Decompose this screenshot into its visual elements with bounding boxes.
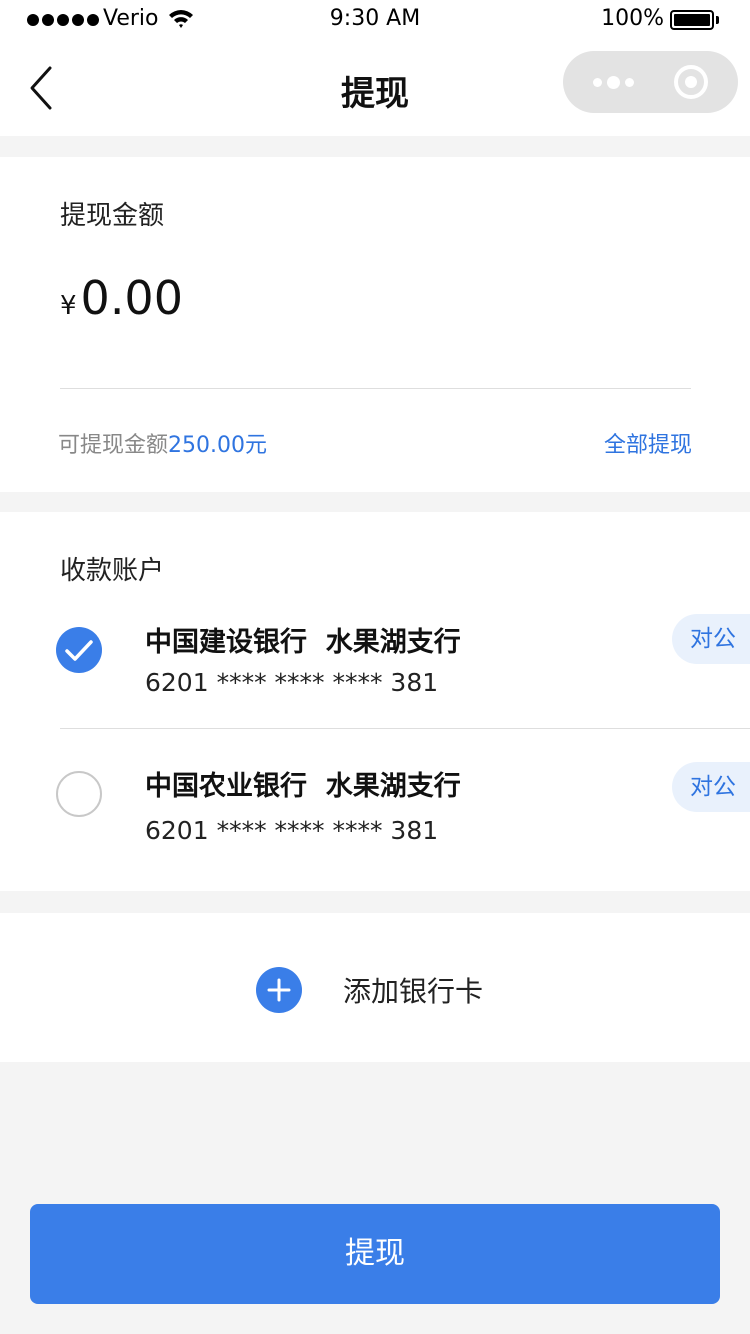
receiving-accounts-card: 收款账户 中国建设银行 水果湖支行 6201 **** **** **** 38… <box>0 512 750 891</box>
withdraw-all-link[interactable]: 全部提现 <box>604 427 692 459</box>
bank-name: 中国农业银行 水果湖支行 <box>145 771 461 802</box>
account-type-badge: 对公 <box>672 762 750 812</box>
submit-withdraw-button[interactable]: 提现 <box>30 1204 720 1304</box>
status-bar: Verio 9:30 AM 100% <box>0 0 750 40</box>
available-amount: 可提现金额250.00元 <box>58 427 267 459</box>
battery-icon <box>670 10 714 30</box>
available-amount-value: 250.00元 <box>168 433 267 458</box>
mini-program-capsule <box>563 51 738 113</box>
amount-divider <box>60 388 691 389</box>
available-amount-label: 可提现金额 <box>58 433 169 458</box>
navigation-bar: 提现 <box>0 40 750 136</box>
close-circle-icon[interactable] <box>673 64 709 100</box>
check-icon <box>65 640 93 661</box>
card-number: 6201 **** **** **** 381 <box>145 668 439 697</box>
battery-tip <box>716 16 719 24</box>
plus-icon <box>256 967 302 1013</box>
accounts-section-label: 收款账户 <box>60 556 165 586</box>
amount-input-row[interactable]: ¥ 0.00 <box>60 275 183 335</box>
radio-unchecked[interactable] <box>56 771 102 817</box>
add-bank-card-label: 添加银行卡 <box>343 975 484 1008</box>
account-type-badge: 对公 <box>672 614 750 664</box>
currency-symbol: ¥ <box>60 291 77 321</box>
account-item[interactable]: 中国农业银行 水果湖支行 6201 **** **** **** 381 对公 <box>0 744 750 884</box>
account-divider <box>60 728 750 729</box>
card-number: 6201 **** **** **** 381 <box>145 816 439 845</box>
add-bank-card-section: 添加银行卡 <box>0 913 750 1062</box>
bank-name: 中国建设银行 水果湖支行 <box>145 627 461 658</box>
radio-checked[interactable] <box>56 627 102 673</box>
amount-section-label: 提现金额 <box>60 201 165 231</box>
account-item[interactable]: 中国建设银行 水果湖支行 6201 **** **** **** 381 对公 <box>0 600 750 740</box>
more-icon[interactable] <box>585 67 641 97</box>
battery-percentage: 100% <box>601 6 664 31</box>
withdraw-amount-card: 提现金额 ¥ 0.00 可提现金额250.00元 全部提现 <box>0 157 750 492</box>
amount-input[interactable]: 0.00 <box>81 275 183 321</box>
add-bank-card-button[interactable]: 添加银行卡 <box>256 967 483 1013</box>
